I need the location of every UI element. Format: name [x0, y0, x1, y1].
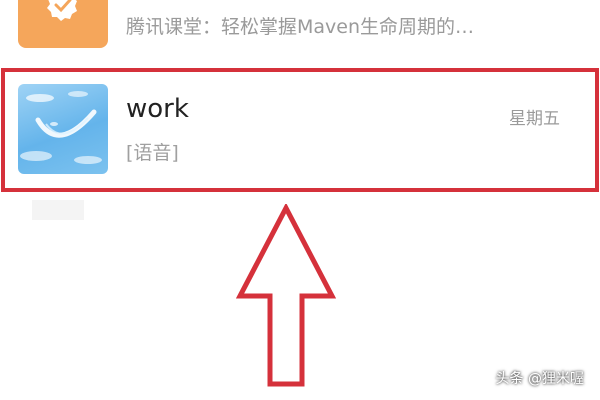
watermark: 头条 @狸米喔	[495, 371, 584, 387]
conversation-time: 星期五	[509, 109, 560, 129]
sky-landscape-icon	[20, 91, 102, 164]
conversation-item-tencent[interactable]: 腾讯课堂：轻松掌握Maven生命周期的…	[0, 0, 600, 62]
avatar	[18, 84, 108, 174]
conversation-preview: 腾讯课堂：轻松掌握Maven生命周期的…	[126, 16, 475, 38]
verified-badge-icon	[47, 0, 77, 21]
up-arrow-icon	[236, 204, 336, 387]
conversation-name: work	[126, 94, 189, 124]
placeholder-block	[32, 200, 84, 220]
conversation-item-work[interactable]: work 星期五 [语音]	[0, 66, 600, 194]
avatar	[18, 0, 108, 48]
conversation-preview: [语音]	[126, 142, 179, 164]
